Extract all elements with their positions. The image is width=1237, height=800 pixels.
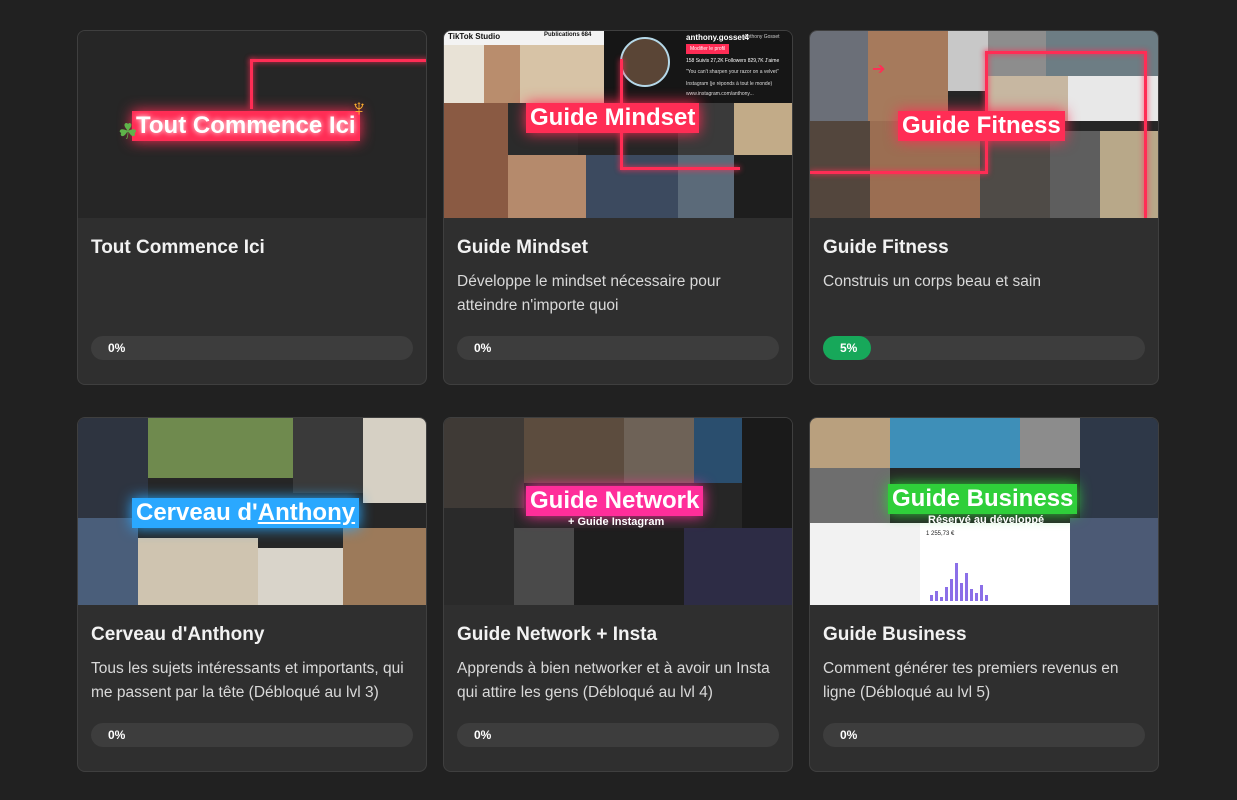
revenue-chart-panel: 1 255,73 € — [920, 523, 1070, 605]
course-card-guide-network[interactable]: Guide Network + Guide Instagram Guide Ne… — [443, 417, 793, 772]
course-title: Tout Commence Ici — [91, 237, 265, 258]
thumbnail-title: Cerveau d'Anthony — [132, 498, 360, 528]
thumbnail-title: Guide Network — [526, 486, 704, 516]
course-title: Cerveau d'Anthony — [91, 624, 265, 645]
neon-line — [810, 171, 988, 174]
neon-line — [985, 51, 1145, 54]
profile-link-2: www.instagram.com/anthony... — [686, 91, 754, 97]
neon-line — [620, 167, 740, 170]
thumbnail-title: Guide Mindset — [526, 103, 700, 133]
progress-label: 0% — [474, 728, 492, 742]
course-card-guide-mindset[interactable]: TikTok Studio Publications 684 anthony.g… — [443, 30, 793, 385]
tiktok-studio-label: TikTok Studio — [448, 32, 501, 41]
progress-bar: 0% — [457, 336, 779, 360]
publications-label: Publications 684 — [544, 32, 592, 38]
progress-bar: 0% — [823, 723, 1145, 747]
course-description: Construis un corps beau et sain — [823, 273, 1041, 290]
progress-bar: 5% — [823, 336, 1145, 360]
thumbnail-subtitle: Réservé au développé — [928, 514, 1045, 526]
profile-name: Anthony Gosset — [744, 34, 780, 40]
progress-bar: 0% — [91, 723, 413, 747]
avatar — [620, 37, 670, 87]
profile-link-1: Instagram (je réponds à tout le monde) — [686, 81, 773, 87]
thumb-header: TikTok Studio Publications 684 — [444, 31, 604, 45]
progress-label: 0% — [840, 728, 858, 742]
progress-label: 0% — [108, 341, 126, 355]
course-thumbnail: Tout Commence Ici ☘ ♆ — [78, 31, 426, 218]
course-thumbnail: Guide Network + Guide Instagram — [444, 418, 792, 605]
progress-bar: 0% — [91, 336, 413, 360]
course-title: Guide Business — [823, 624, 967, 645]
thumbnail-title: Tout Commence Ici — [132, 111, 360, 141]
neon-line — [250, 59, 426, 62]
thumbnail-title-suffix: Anthony — [257, 499, 356, 526]
course-card-guide-fitness[interactable]: ➔ Guide Fitness Guide Fitness Construis … — [809, 30, 1159, 385]
course-grid: Tout Commence Ici ☘ ♆ Tout Commence Ici … — [77, 30, 1159, 772]
edit-profile-button: Modifier le profil — [686, 44, 730, 54]
thumbnail-title: Guide Business — [888, 484, 1078, 514]
course-thumbnail: ➔ Guide Fitness — [810, 31, 1158, 218]
thumbnail-title: Guide Fitness — [898, 111, 1065, 141]
course-description: Apprends à bien networker et à avoir un … — [457, 660, 770, 701]
course-description: Tous les sujets intéressants et importan… — [91, 660, 404, 701]
arrow-icon: ➔ — [872, 61, 886, 78]
course-thumbnail: Cerveau d'Anthony — [78, 418, 426, 605]
course-title: Guide Fitness — [823, 237, 949, 258]
course-card-tout-commence-ici[interactable]: Tout Commence Ici ☘ ♆ Tout Commence Ici … — [77, 30, 427, 385]
course-title: Guide Mindset — [457, 237, 588, 258]
course-description: Comment générer tes premiers revenus en … — [823, 660, 1119, 701]
laurel-icon: ☘ — [118, 119, 138, 144]
course-card-guide-business[interactable]: 1 255,73 € Guide Business Réservé au dév… — [809, 417, 1159, 772]
profile-panel: anthony.gosset4 Anthony Gosset Modifier … — [604, 31, 792, 103]
course-description — [91, 270, 413, 318]
progress-label: 5% — [840, 341, 858, 355]
trident-icon: ♆ — [350, 95, 368, 122]
course-thumbnail: TikTok Studio Publications 684 anthony.g… — [444, 31, 792, 218]
progress-label: 0% — [474, 341, 492, 355]
progress-label: 0% — [108, 728, 126, 742]
course-title: Guide Network + Insta — [457, 624, 658, 645]
course-description: Développe le mindset nécessaire pour att… — [457, 273, 721, 314]
neon-line — [1144, 51, 1147, 218]
thumbnail-subtitle: + Guide Instagram — [568, 516, 665, 528]
neon-line — [250, 59, 253, 109]
profile-username: anthony.gosset4 — [686, 33, 749, 42]
profile-stats: 158 Suivis 27,2K Followers 829,7K J'aime — [686, 58, 780, 64]
progress-bar: 0% — [457, 723, 779, 747]
profile-quote: "You can't sharpen your razor on a velve… — [686, 69, 779, 75]
finance-table-panel — [810, 523, 920, 605]
revenue-amount: 1 255,73 € — [926, 531, 955, 537]
revenue-bars — [930, 561, 1060, 601]
thumbnail-title-prefix: Cerveau d' — [136, 499, 258, 526]
course-thumbnail: 1 255,73 € Guide Business Réservé au dév… — [810, 418, 1158, 605]
course-card-cerveau-anthony[interactable]: Cerveau d'Anthony Cerveau d'Anthony Tous… — [77, 417, 427, 772]
